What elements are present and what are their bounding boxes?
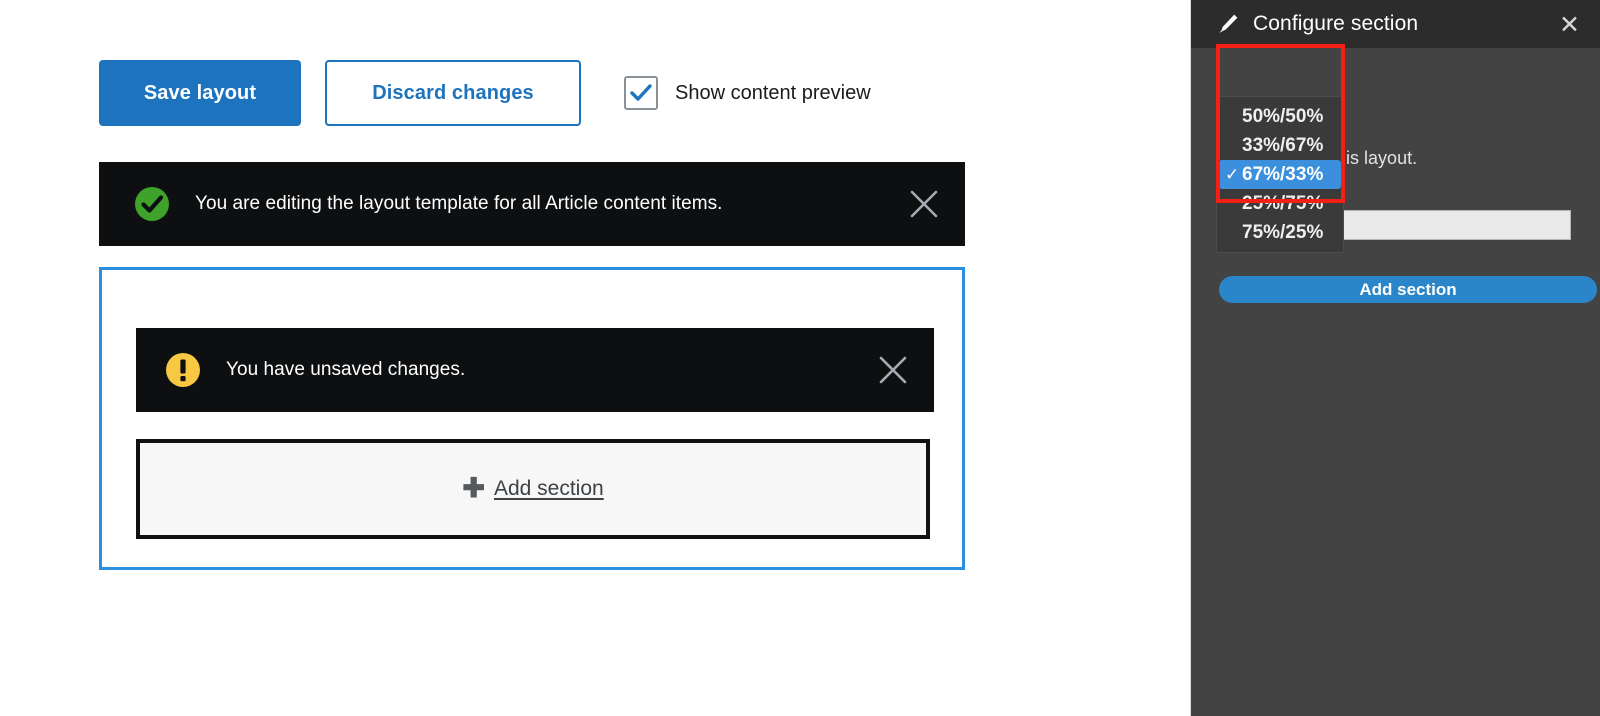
configure-section-panel: Configure section ✕ mn widths for this l…	[1190, 0, 1600, 716]
info-message-close-button[interactable]	[905, 185, 943, 223]
column-width-dropdown-menu[interactable]: 50%/50% 33%/67% ✓ 67%/33% 25%/75% 75%/25…	[1216, 96, 1344, 253]
show-content-preview-label: Show content preview	[675, 81, 871, 104]
layout-toolbar: Save layout Discard changes Show content…	[99, 60, 871, 126]
save-layout-button[interactable]: Save layout	[99, 60, 301, 126]
plus-icon: ✚	[462, 472, 485, 503]
dropdown-option-0[interactable]: 50%/50%	[1217, 102, 1343, 131]
info-message-text: You are editing the layout template for …	[195, 193, 723, 214]
check-circle-icon	[135, 187, 169, 221]
add-section-label: Add section	[493, 477, 604, 500]
check-icon	[630, 84, 652, 101]
unsaved-changes-close-button[interactable]	[874, 351, 912, 389]
exclamation-circle-icon	[166, 353, 200, 387]
info-message-bar: You are editing the layout template for …	[99, 162, 965, 246]
close-icon	[910, 190, 938, 218]
dropdown-option-label: 25%/75%	[1242, 192, 1324, 214]
configure-section-title: Configure section	[1253, 12, 1419, 35]
layout-editor-canvas: Save layout Discard changes Show content…	[0, 0, 1188, 716]
dropdown-option-1[interactable]: 33%/67%	[1217, 131, 1343, 160]
configure-section-close-button[interactable]: ✕	[1555, 12, 1584, 37]
layout-region-card[interactable]: You have unsaved changes. ✚ Add section	[99, 267, 965, 570]
dropdown-option-label: 33%/67%	[1242, 134, 1324, 156]
dropdown-option-3[interactable]: 25%/75%	[1217, 189, 1343, 218]
unsaved-changes-message-bar: You have unsaved changes.	[136, 328, 934, 412]
show-content-preview-checkbox[interactable]	[624, 76, 658, 110]
close-icon	[879, 356, 907, 384]
dropdown-option-label: 67%/33%	[1242, 163, 1324, 185]
dropdown-option-4[interactable]: 75%/25%	[1217, 218, 1343, 247]
add-section-dropzone[interactable]: ✚ Add section	[136, 439, 930, 539]
panel-add-section-button[interactable]: Add section	[1219, 276, 1597, 303]
configure-section-panel-header: Configure section ✕	[1191, 0, 1600, 48]
checkmark-icon: ✓	[1225, 164, 1240, 185]
add-section-link[interactable]: ✚ Add section	[462, 472, 604, 503]
dropdown-option-2[interactable]: ✓ 67%/33%	[1219, 160, 1341, 189]
dropdown-option-label: 75%/25%	[1242, 221, 1324, 243]
unsaved-changes-message-text: You have unsaved changes.	[226, 359, 466, 380]
discard-changes-button[interactable]: Discard changes	[325, 60, 581, 126]
show-content-preview-control[interactable]: Show content preview	[624, 76, 871, 110]
dropdown-option-label: 50%/50%	[1242, 105, 1324, 127]
pencil-icon	[1219, 14, 1238, 33]
